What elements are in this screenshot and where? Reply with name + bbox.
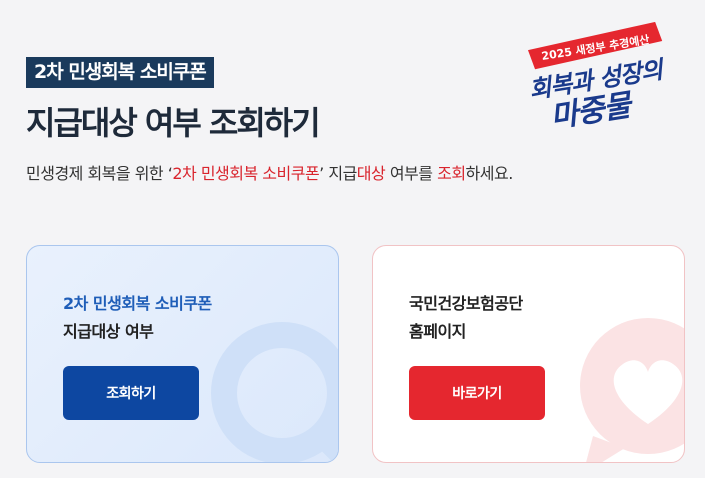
card-title-line1: 2차 민생회복 소비쿠폰 bbox=[63, 294, 212, 313]
subtitle-text: ’ 지급 bbox=[319, 164, 357, 183]
card-title-line1: 국민건강보험공단 bbox=[409, 294, 523, 313]
go-to-site-button[interactable]: 바로가기 bbox=[409, 366, 545, 420]
card-title-line2: 홈페이지 bbox=[409, 322, 466, 341]
subtitle-text: 여부를 bbox=[385, 164, 438, 183]
card-title-line2: 지급대상 여부 bbox=[63, 322, 154, 341]
page-subtitle: 민생경제 회복을 위한 ‘2차 민생회복 소비쿠폰’ 지급대상 여부를 조회하세… bbox=[26, 160, 513, 184]
page-title: 지급대상 여부 조회하기 bbox=[26, 104, 321, 142]
campaign-logo: 2025 새정부 추경예산 회복과 성장의 마중물 bbox=[527, 22, 668, 132]
eligibility-card: 2차 민생회복 소비쿠폰 지급대상 여부 조회하기 bbox=[26, 245, 339, 463]
magnifier-decoration-icon bbox=[211, 322, 338, 462]
heart-chat-decoration-icon bbox=[580, 318, 684, 462]
subtitle-highlight: 조회 bbox=[437, 164, 466, 183]
coupon-tag: 2차 민생회복 소비쿠폰 bbox=[26, 57, 214, 88]
subtitle-text: 하세요. bbox=[465, 164, 514, 183]
lookup-button[interactable]: 조회하기 bbox=[63, 366, 199, 420]
nhis-card: 국민건강보험공단 홈페이지 바로가기 bbox=[372, 245, 685, 463]
card-title: 국민건강보험공단 홈페이지 bbox=[409, 290, 523, 346]
subtitle-highlight: 2차 민생회복 소비쿠폰 bbox=[172, 164, 320, 183]
card-title: 2차 민생회복 소비쿠폰 지급대상 여부 bbox=[63, 290, 212, 346]
subtitle-text: 민생경제 회복을 위한 ‘ bbox=[26, 164, 173, 183]
subtitle-highlight: 대상 bbox=[356, 164, 386, 183]
